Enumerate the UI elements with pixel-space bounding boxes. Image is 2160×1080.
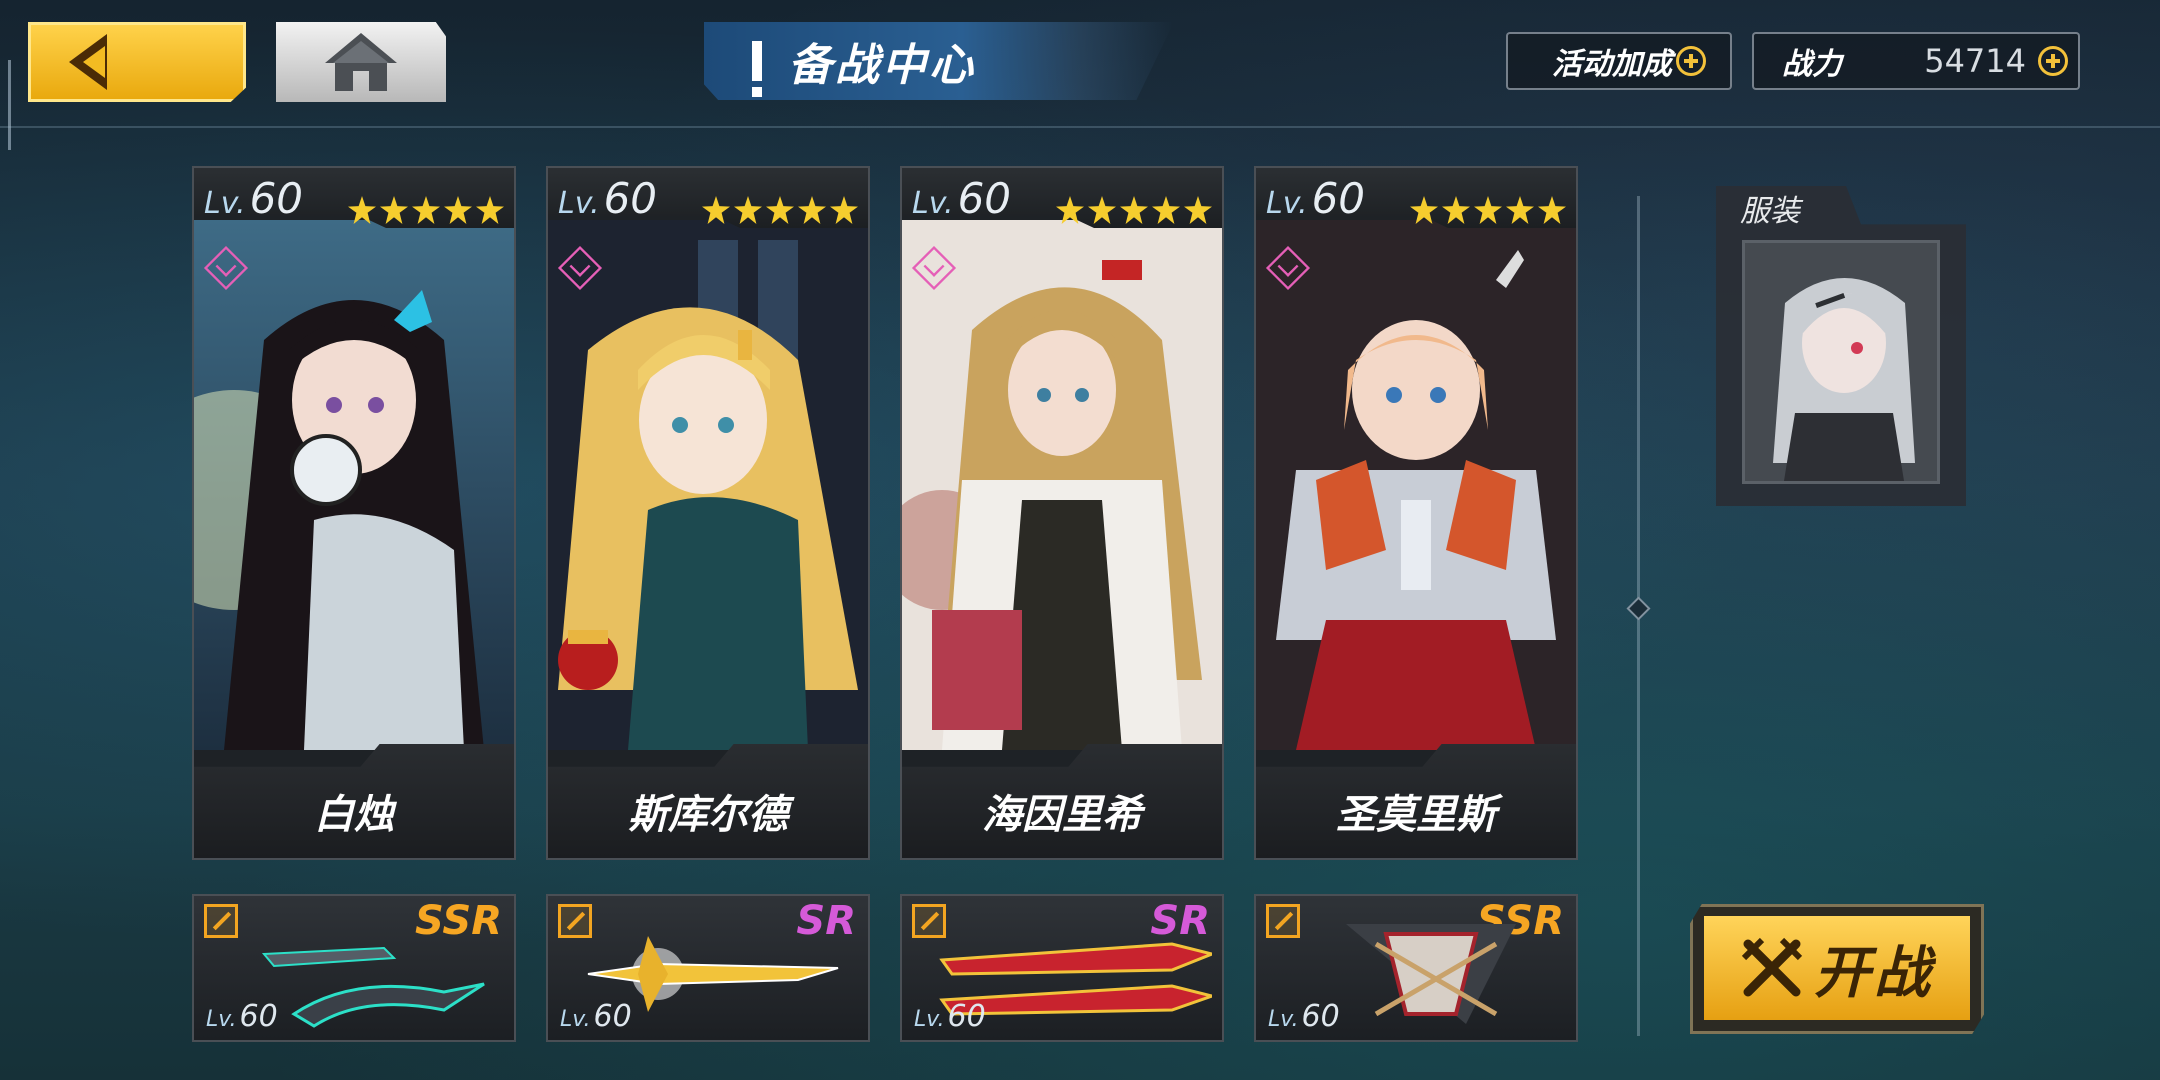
weapon-level: Lv. 60 xyxy=(914,999,986,1034)
character-card-3[interactable]: Lv. 60 海因里希 xyxy=(900,166,1224,860)
character-portrait xyxy=(1256,220,1576,750)
weapon-level: Lv. 60 xyxy=(560,999,632,1034)
star-icon xyxy=(1184,196,1212,224)
weapon-slot-1[interactable]: SSR Lv. 60 xyxy=(192,894,516,1042)
star-icon xyxy=(1152,196,1180,224)
divider-diamond-icon xyxy=(1626,596,1651,621)
star-icon xyxy=(1410,196,1438,224)
star-rating xyxy=(348,196,504,224)
star-icon xyxy=(734,196,762,224)
character-name-plate: 白烛 xyxy=(194,744,514,858)
star-icon xyxy=(798,196,826,224)
character-card-4[interactable]: Lv. 60 圣莫里斯 xyxy=(1254,166,1578,860)
character-portrait xyxy=(194,220,514,750)
weapon-slot-3[interactable]: SR Lv. 60 xyxy=(900,894,1224,1042)
star-icon xyxy=(702,196,730,224)
star-icon xyxy=(1088,196,1116,224)
star-icon xyxy=(766,196,794,224)
star-icon xyxy=(830,196,858,224)
star-icon xyxy=(412,196,440,224)
home-icon xyxy=(325,33,397,91)
plus-icon xyxy=(1676,46,1706,76)
character-name-plate: 海因里希 xyxy=(902,744,1222,858)
star-rating xyxy=(1410,196,1566,224)
star-icon xyxy=(444,196,472,224)
chevron-left-icon xyxy=(69,34,107,90)
costume-label: 服装 xyxy=(1740,194,1800,229)
character-portrait xyxy=(548,220,868,750)
character-level: Lv. 60 xyxy=(204,174,304,223)
weapon-level: Lv. 60 xyxy=(206,999,278,1034)
star-icon xyxy=(1120,196,1148,224)
event-bonus-label: 活动加成 xyxy=(1552,47,1672,82)
start-battle-button[interactable]: 开战 xyxy=(1704,916,1970,1020)
character-card-2[interactable]: Lv. 60 斯库尔德 xyxy=(546,166,870,860)
start-battle-label: 开战 xyxy=(1814,940,1934,1006)
star-icon xyxy=(1538,196,1566,224)
weapon-type-icon xyxy=(204,904,238,938)
page-title-banner: 备战中心 xyxy=(704,22,1174,100)
star-icon xyxy=(380,196,408,224)
back-button[interactable] xyxy=(28,22,246,102)
star-icon xyxy=(1442,196,1470,224)
character-name-plate: 圣莫里斯 xyxy=(1256,744,1576,858)
plus-icon xyxy=(2038,46,2068,76)
combat-power-value: 54714 xyxy=(1924,42,2026,80)
star-icon xyxy=(348,196,376,224)
star-icon xyxy=(1056,196,1084,224)
character-level: Lv. 60 xyxy=(558,174,658,223)
left-edge-marker xyxy=(8,60,11,150)
crossed-swords-icon xyxy=(1741,937,1803,997)
weapon-level: Lv. 60 xyxy=(1268,999,1340,1034)
character-name: 斯库尔德 xyxy=(628,792,788,838)
character-level: Lv. 60 xyxy=(1266,174,1366,223)
star-icon xyxy=(1474,196,1502,224)
star-icon xyxy=(476,196,504,224)
weapon-type-icon xyxy=(1266,904,1300,938)
header-divider xyxy=(0,126,2160,128)
exclamation-icon xyxy=(752,41,762,97)
star-rating xyxy=(702,196,858,224)
home-button[interactable] xyxy=(276,22,446,102)
weapon-image xyxy=(1346,924,1516,1024)
character-name-plate: 斯库尔德 xyxy=(548,744,868,858)
character-level: Lv. 60 xyxy=(912,174,1012,223)
weapon-slot-2[interactable]: SR Lv. 60 xyxy=(546,894,870,1042)
star-icon xyxy=(1506,196,1534,224)
weapon-slot-4[interactable]: SSR Lv. 60 xyxy=(1254,894,1578,1042)
character-card-1[interactable]: Lv. 60 白烛 xyxy=(192,166,516,860)
page-title: 备战中心 xyxy=(788,40,976,91)
event-bonus-button[interactable]: 活动加成 xyxy=(1506,32,1732,90)
character-portrait xyxy=(902,220,1222,750)
star-rating xyxy=(1056,196,1212,224)
combat-power-display[interactable]: 战力 54714 xyxy=(1752,32,2080,90)
character-name: 海因里希 xyxy=(982,792,1142,838)
combat-power-label: 战力 xyxy=(1782,47,1842,82)
character-name: 圣莫里斯 xyxy=(1336,792,1496,838)
costume-portrait[interactable] xyxy=(1742,240,1940,484)
character-name: 白烛 xyxy=(314,792,394,838)
